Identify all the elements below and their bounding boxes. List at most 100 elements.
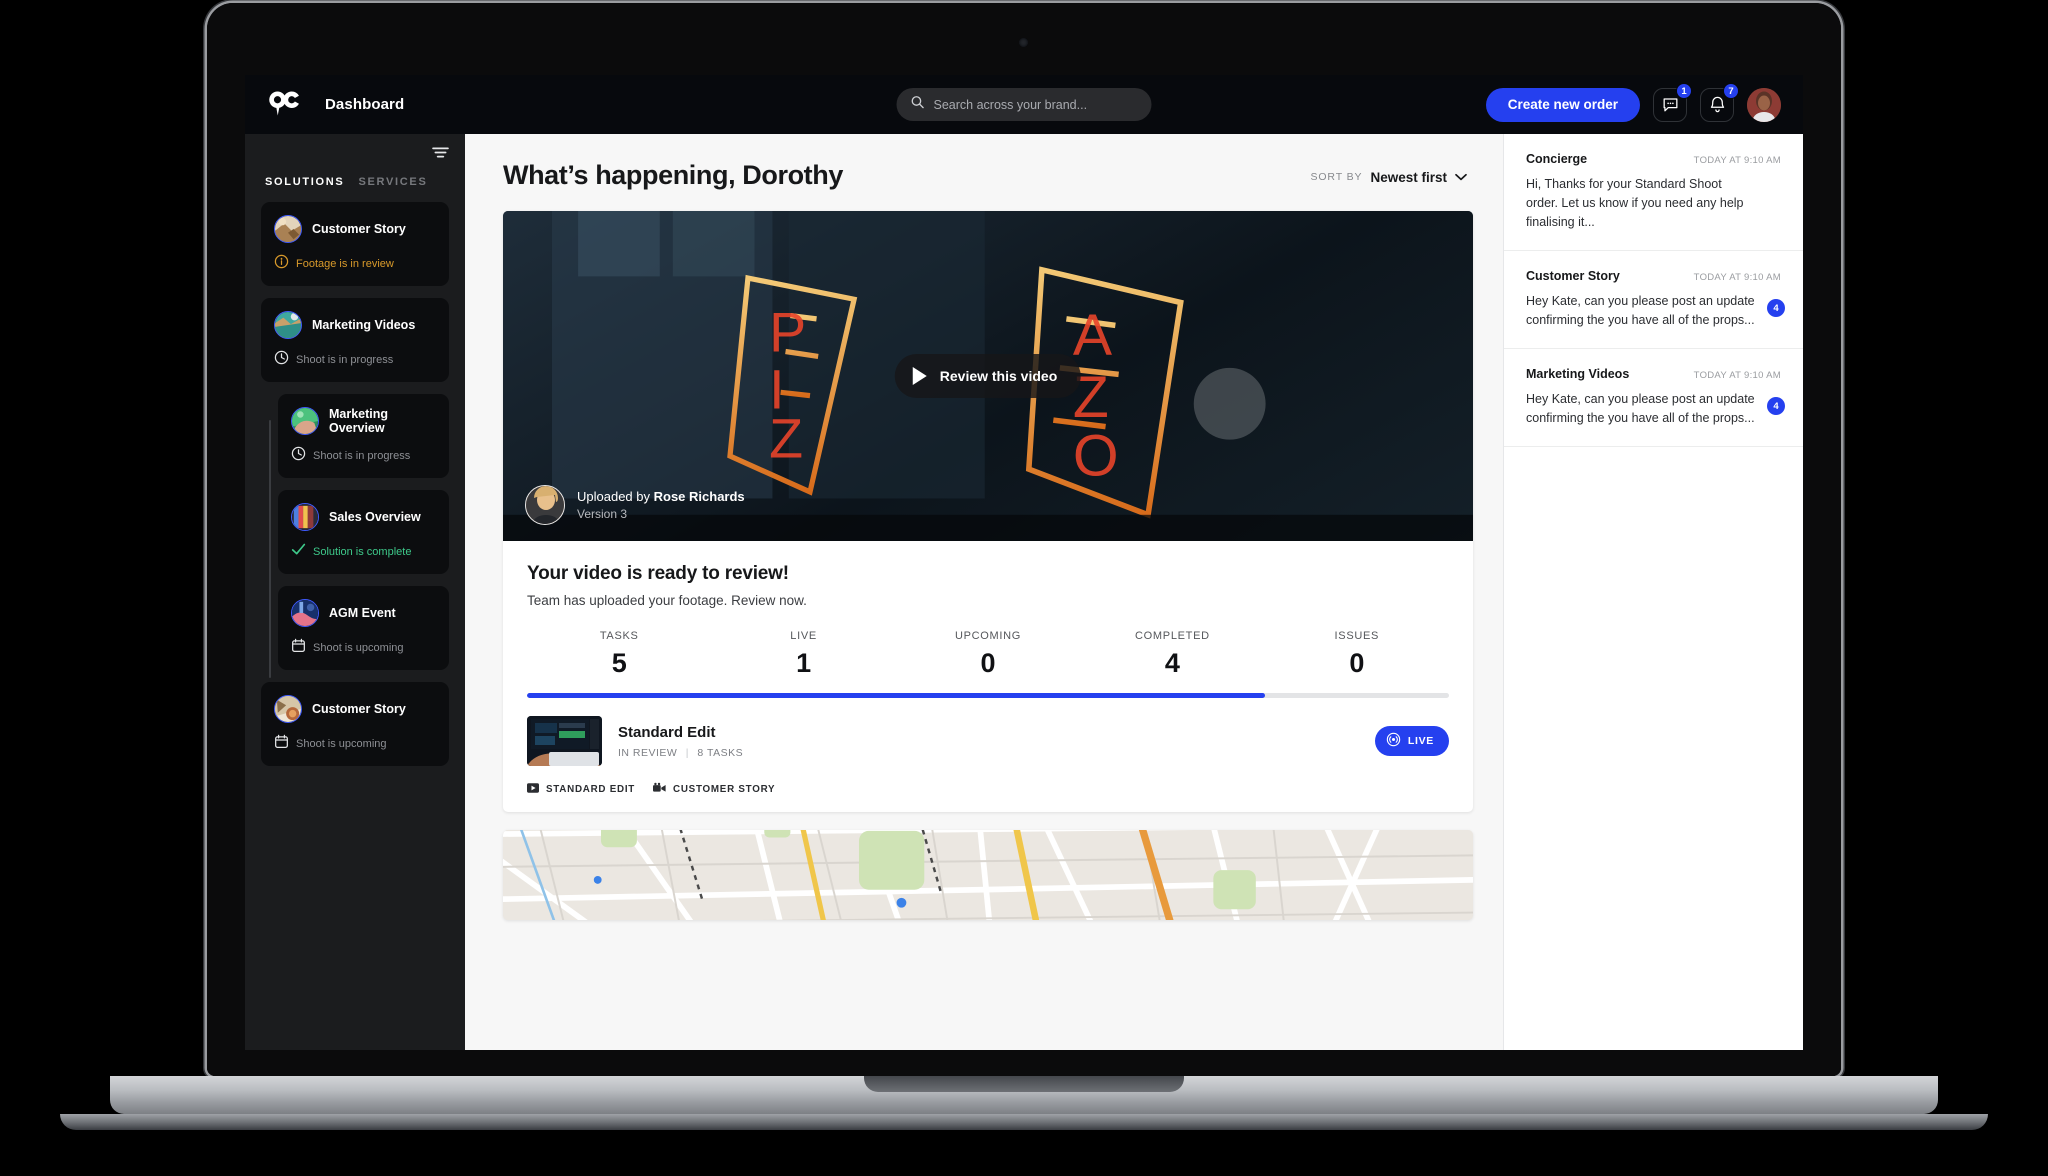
stat-label: TASKS	[599, 630, 639, 642]
stat-issues: ISSUES 0	[1265, 630, 1449, 679]
notification-title: Concierge	[1526, 152, 1588, 166]
stat-value: 0	[980, 648, 996, 678]
sidebar-item-customer-story[interactable]: Customer Story Footage is in review	[261, 202, 449, 286]
sort-by-dropdown[interactable]: SORT BY Newest first	[1310, 168, 1467, 191]
sidebar-item-agm-event[interactable]: AGM Event Shoot is upcoming	[278, 586, 449, 670]
stat-value: 5	[611, 648, 627, 678]
video-play-icon	[527, 782, 539, 797]
search-box[interactable]	[896, 88, 1152, 121]
map-card[interactable]	[503, 830, 1473, 920]
chat-bubble-icon	[1663, 98, 1677, 112]
sidebar-item-thumbnail	[291, 407, 319, 435]
tag-chip-label: STANDARD EDIT	[546, 784, 636, 795]
notification-time: TODAY AT 9:10 AM	[1693, 272, 1781, 283]
tab-solutions[interactable]: SOLUTIONS	[265, 176, 344, 188]
stat-label: UPCOMING	[954, 630, 1022, 642]
uploader-text: Uploaded by Rose Richards Version 3	[577, 489, 745, 521]
notification-item[interactable]: Customer Story TODAY AT 9:10 AM Hey Kate, …	[1504, 251, 1803, 349]
review-video-button[interactable]: Review this video	[894, 354, 1082, 398]
sidebar-item-label: AGM Event	[329, 606, 396, 620]
sidebar-item-status-text: Shoot is upcoming	[313, 642, 404, 654]
sidebar-item-head: Marketing Overview	[291, 407, 436, 435]
sidebar-item-thumbnail	[274, 695, 302, 723]
sidebar-item-thumbnail	[291, 599, 319, 627]
sidebar-item-sales-overview[interactable]: Sales Overview Solution is complete	[278, 490, 449, 574]
clock-icon	[274, 350, 289, 370]
stat-completed: COMPLETED 4	[1080, 630, 1264, 679]
messages-badge: 1	[1676, 82, 1692, 99]
uploader-avatar	[525, 485, 565, 525]
stat-value: 4	[1164, 648, 1180, 678]
app-body: SOLUTIONS SERVICES Customer Story Footage…	[245, 134, 1803, 1050]
notification-title: Customer Story	[1526, 269, 1620, 283]
uploader-info: Uploaded by Rose Richards Version 3	[525, 485, 745, 525]
sidebar-item-status: Solution is complete	[291, 542, 436, 562]
laptop-base	[110, 1076, 1938, 1114]
sort-by-value: Newest first	[1370, 169, 1447, 185]
tag-chip[interactable]: CUSTOMER STORY	[653, 782, 775, 797]
notifications-panel: Concierge TODAY AT 9:10 AM Hi, Thanks for …	[1503, 134, 1803, 1050]
stat-tasks: TASKS 5	[527, 630, 711, 679]
task-thumbnail	[527, 716, 602, 766]
notification-text: Hey Kate, can you please post an update …	[1526, 294, 1755, 327]
uploader-name: Rose Richards	[653, 489, 745, 504]
sidebar-item-thumbnail	[274, 311, 302, 339]
svg-text:Z: Z	[769, 408, 803, 470]
sidebar: SOLUTIONS SERVICES Customer Story Footage…	[245, 134, 465, 1050]
sidebar-item-marketing-videos[interactable]: Marketing Videos Shoot is in progress	[261, 298, 449, 382]
sidebar-item-status-text: Solution is complete	[313, 546, 412, 558]
stat-upcoming: UPCOMING 0	[896, 630, 1080, 679]
calendar-icon	[291, 638, 306, 658]
task-row[interactable]: Standard Edit IN REVIEW | 8 TASKS LIVE	[527, 698, 1449, 766]
uploaded-by-prefix: Uploaded by	[577, 489, 654, 504]
sidebar-item-head: Customer Story	[274, 695, 436, 723]
tab-services[interactable]: SERVICES	[358, 176, 427, 188]
stat-value: 1	[796, 648, 812, 678]
task-info: Standard Edit IN REVIEW | 8 TASKS	[618, 724, 743, 759]
uploaded-by-line: Uploaded by Rose Richards	[577, 489, 745, 504]
sidebar-item-label: Marketing Overview	[329, 407, 389, 435]
sidebar-item-head: Sales Overview	[291, 503, 436, 531]
messages-button[interactable]: 1	[1653, 82, 1692, 122]
top-bar-actions: Create new order 1 7	[1485, 82, 1781, 122]
info-circle-icon	[274, 254, 289, 274]
movie-camera-icon	[653, 782, 666, 797]
sidebar-item-customer-story[interactable]: Customer Story Shoot is upcoming	[261, 682, 449, 766]
stat-label: COMPLETED	[1135, 630, 1210, 642]
screenshot-stage: Dashboard Create new order	[0, 0, 2048, 1176]
broadcast-icon	[1386, 732, 1401, 750]
stat-value: 0	[1349, 648, 1365, 678]
filter-icon[interactable]	[432, 146, 449, 164]
notifications-button[interactable]: 7	[1700, 82, 1739, 122]
task-status: IN REVIEW	[618, 746, 678, 759]
live-label: LIVE	[1407, 735, 1434, 747]
sidebar-item-status-text: Footage is in review	[296, 258, 394, 270]
avatar[interactable]	[1747, 87, 1781, 122]
svg-text:P: P	[769, 302, 806, 364]
video-preview[interactable]: PIZ AZO Review this video Uploaded by Ro…	[503, 211, 1473, 541]
notification-text: Hey Kate, can you please post an update …	[1526, 392, 1755, 425]
tag-chip[interactable]: STANDARD EDIT	[527, 782, 635, 797]
notification-head: Marketing Videos TODAY AT 9:10 AM	[1526, 367, 1781, 381]
create-new-order-button[interactable]: Create new order	[1485, 87, 1640, 122]
sidebar-item-marketing-overview[interactable]: Marketing Overview Shoot is in progress	[278, 394, 449, 478]
sidebar-item-status-text: Shoot is in progress	[313, 450, 411, 462]
card-subheading: Team has uploaded your footage. Review n…	[527, 593, 807, 608]
app-screen: Dashboard Create new order	[245, 75, 1803, 1050]
search-icon	[911, 95, 925, 114]
notification-item[interactable]: Marketing Videos TODAY AT 9:10 AM Hey Kate…	[1504, 349, 1803, 447]
sort-by-label: SORT BY	[1310, 171, 1363, 183]
ninety-logo-icon[interactable]	[267, 90, 303, 120]
sidebar-item-label: Customer Story	[312, 702, 406, 716]
feed-card: PIZ AZO Review this video Uploaded by Ro…	[503, 211, 1473, 812]
sidebar-item-thumbnail	[274, 215, 302, 243]
notification-head: Customer Story TODAY AT 9:10 AM	[1526, 269, 1781, 283]
notification-item[interactable]: Concierge TODAY AT 9:10 AM Hi, Thanks for …	[1504, 134, 1803, 251]
search-input[interactable]	[933, 97, 1138, 112]
notification-text: Hi, Thanks for your Standard Shoot order…	[1526, 177, 1744, 229]
sidebar-item-label: Marketing Videos	[312, 318, 416, 332]
main-content: What’s happening, Dorothy SORT BY Newest…	[465, 134, 1503, 1050]
live-status-badge[interactable]: LIVE	[1374, 726, 1449, 756]
stat-live: LIVE 1	[711, 630, 895, 679]
stats-row: TASKS 5 LIVE 1 UPCOMING 0 COMPLETED 4 ISSUES 0	[527, 630, 1449, 679]
